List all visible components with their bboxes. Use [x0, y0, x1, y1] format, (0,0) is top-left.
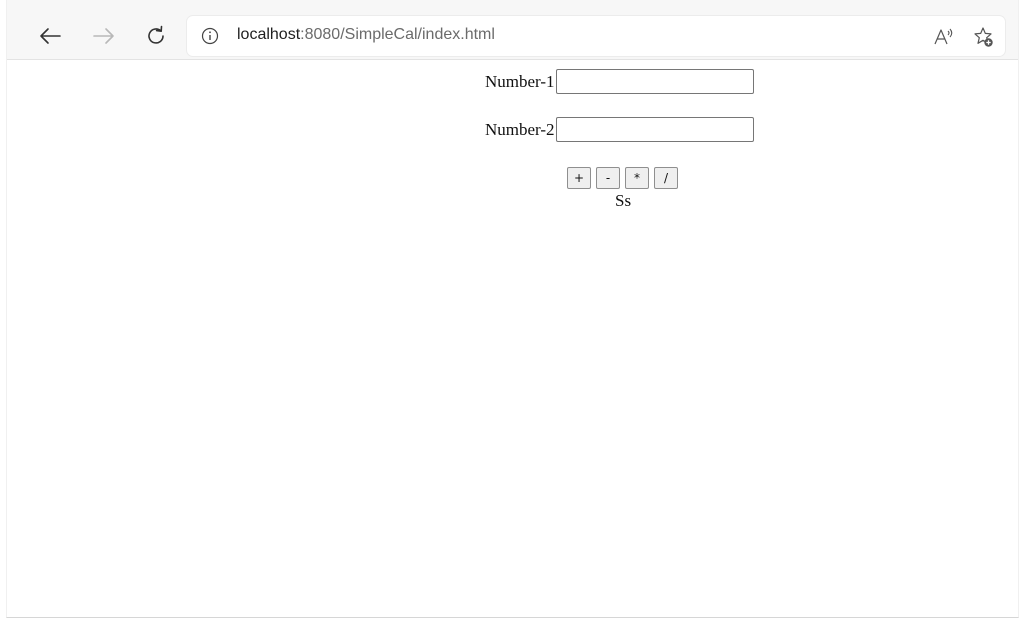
divide-button[interactable]: / [654, 167, 678, 189]
back-button[interactable] [33, 19, 67, 53]
url-host: localhost [237, 26, 301, 43]
page-content: Number-1 Number-2 + - * / Ss [7, 60, 1018, 617]
result-text: Ss [615, 191, 632, 210]
number1-label: Number-1 [485, 71, 555, 91]
number2-label: Number-2 [485, 119, 555, 139]
refresh-button[interactable] [139, 19, 173, 53]
number1-row: Number-1 [485, 69, 754, 94]
add-button[interactable]: + [567, 167, 591, 189]
url-path: :8080/SimpleCal/index.html [300, 26, 495, 43]
address-bar[interactable]: localhost:8080/SimpleCal/index.html [187, 16, 1005, 56]
info-icon[interactable] [201, 27, 219, 45]
refresh-icon [148, 25, 164, 44]
url-text[interactable]: localhost:8080/SimpleCal/index.html [237, 26, 495, 44]
browser-toolbar: localhost:8080/SimpleCal/index.html [7, 0, 1018, 60]
number1-input[interactable] [555, 69, 754, 94]
operation-buttons: + - * / [567, 167, 678, 189]
number2-row: Number-2 [485, 117, 754, 142]
forward-button[interactable] [87, 19, 121, 53]
back-arrow-icon [40, 28, 61, 44]
add-favorite-icon[interactable] [971, 25, 995, 49]
number2-input[interactable] [555, 117, 754, 142]
browser-window: localhost:8080/SimpleCal/index.html Numb… [6, 0, 1019, 618]
subtract-button[interactable]: - [596, 167, 620, 189]
read-aloud-icon[interactable] [931, 25, 955, 49]
forward-arrow-icon [93, 28, 114, 44]
multiply-button[interactable]: * [625, 167, 649, 189]
